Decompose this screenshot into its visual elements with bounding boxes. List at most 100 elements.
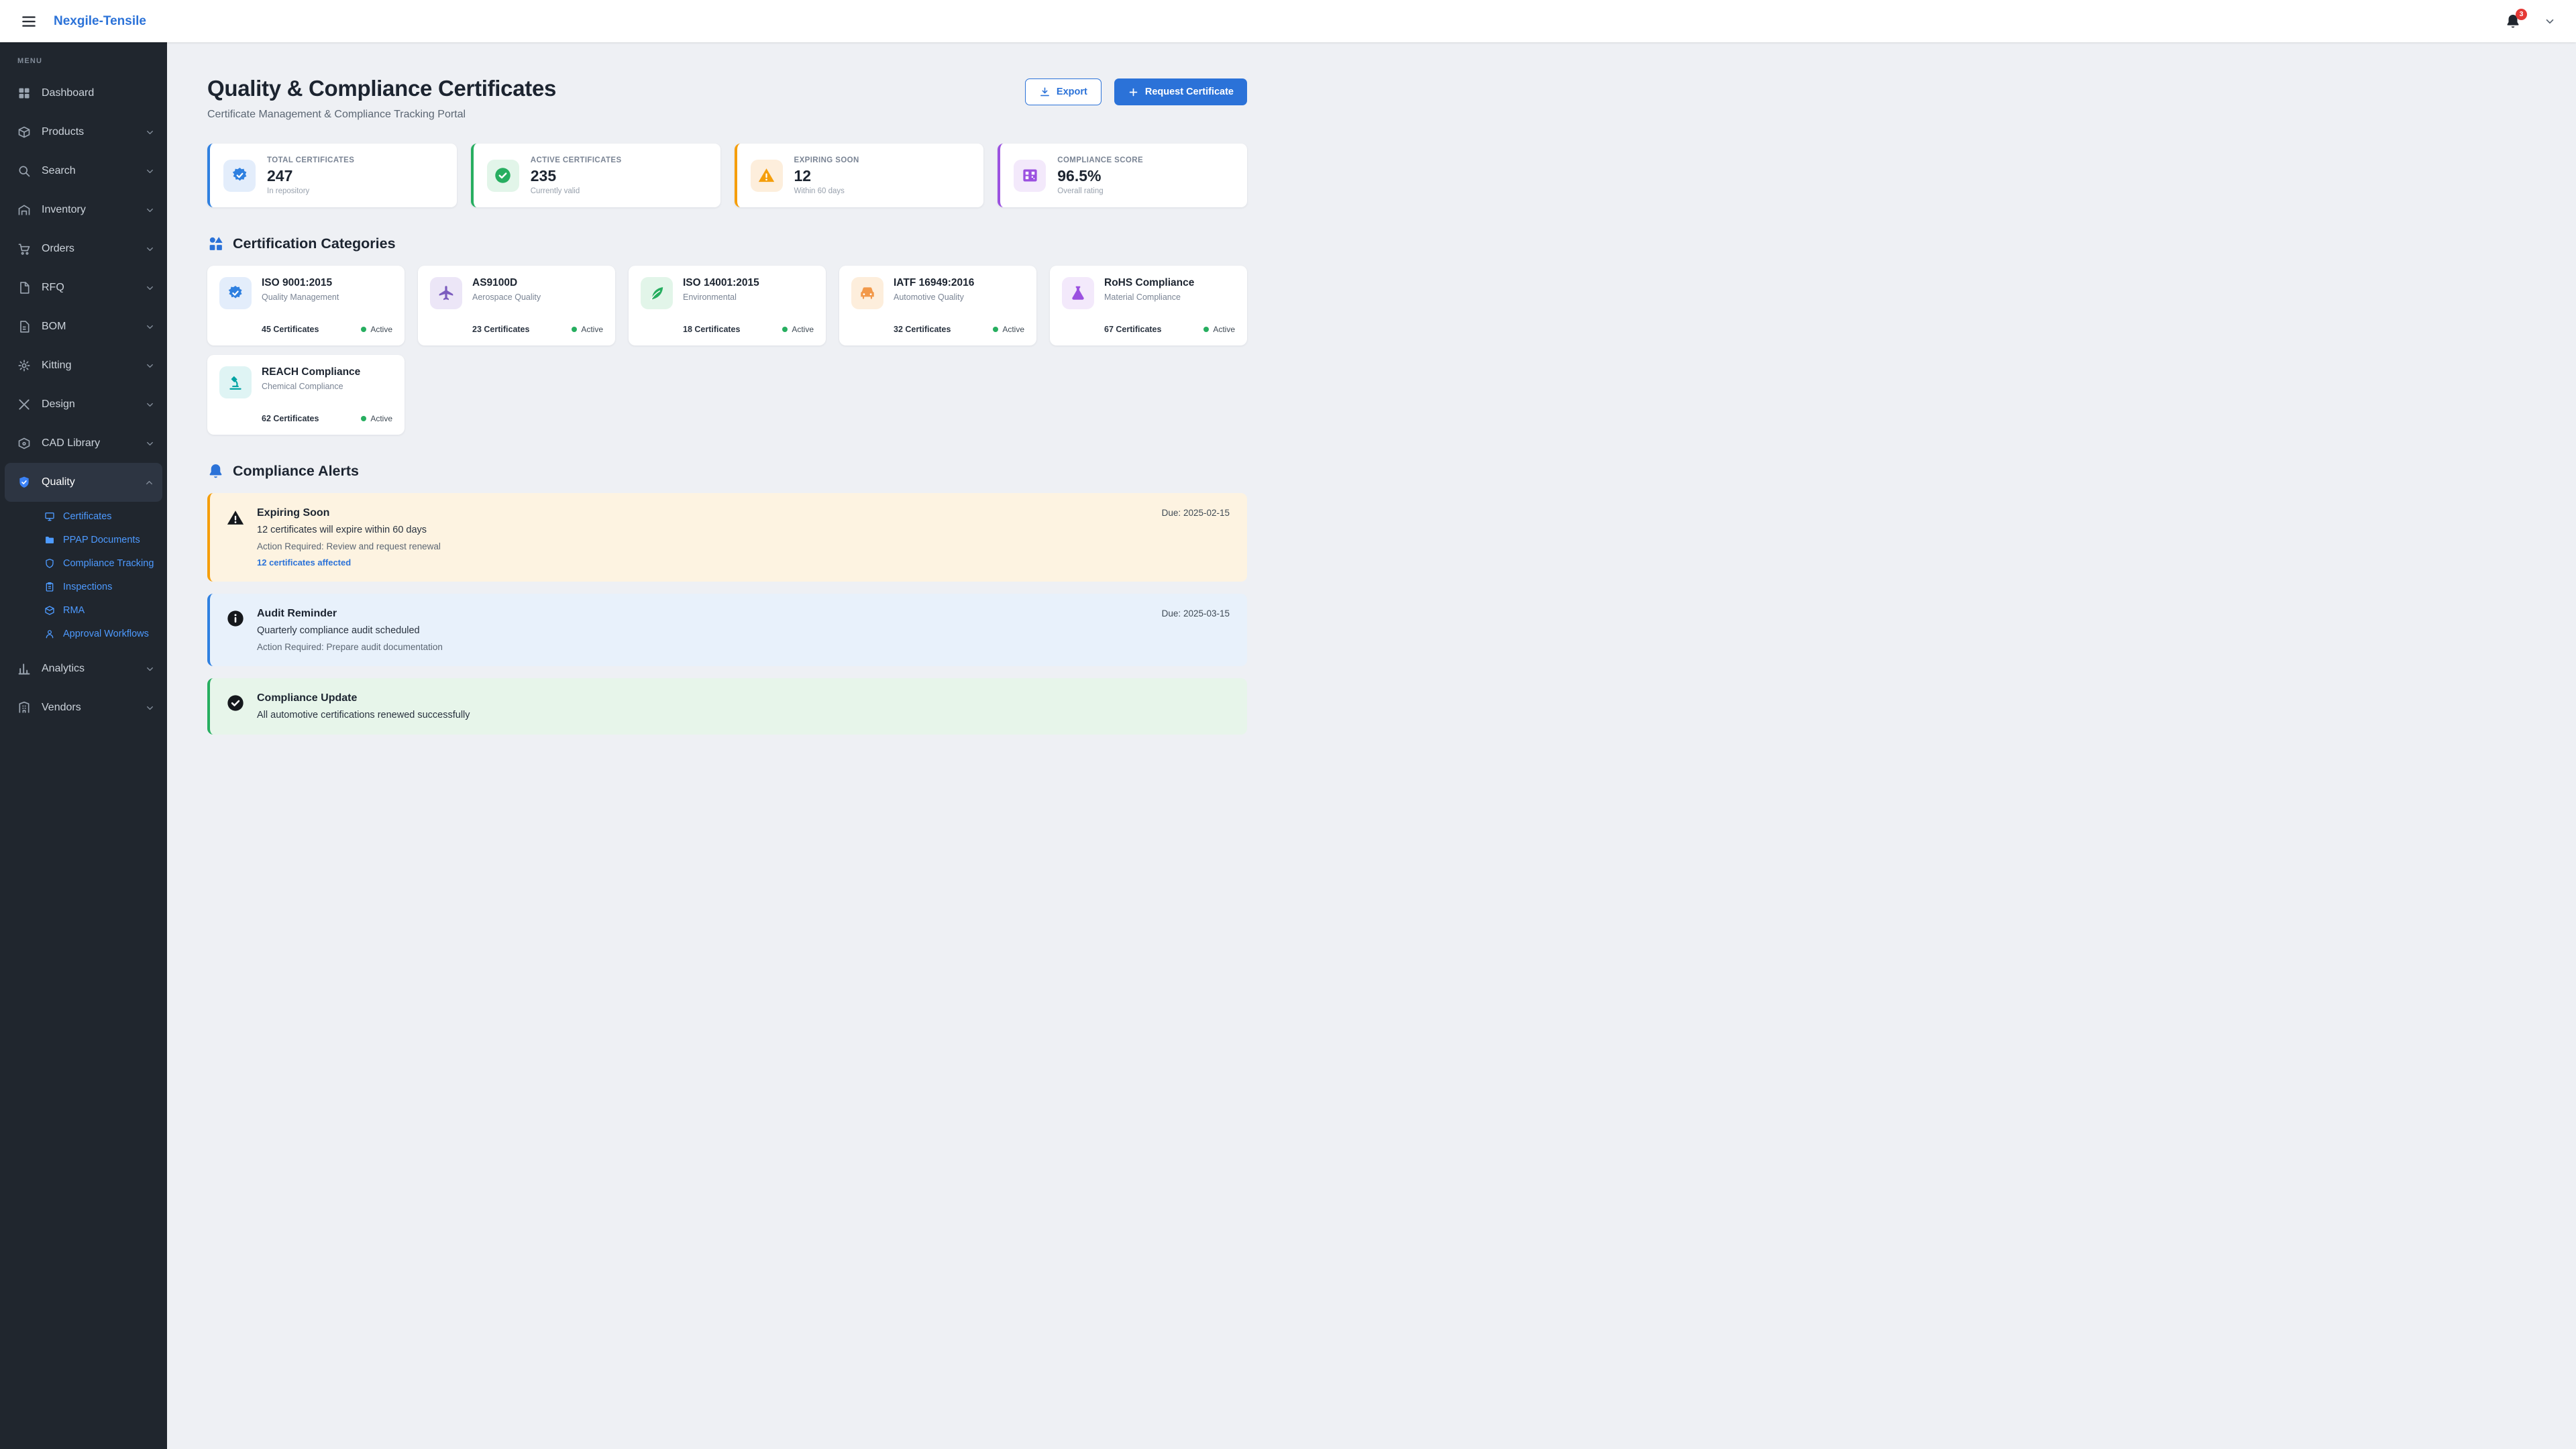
chevron-down-icon bbox=[145, 439, 155, 449]
category-name: ISO 9001:2015 bbox=[262, 277, 333, 288]
chevron-down-icon bbox=[145, 664, 155, 674]
sidebar-subitem-label: PPAP Documents bbox=[63, 534, 140, 545]
alert-action: Action Required: Review and request rene… bbox=[257, 541, 441, 551]
category-card-as9100d[interactable]: AS9100D Aerospace Quality 23 Certificate… bbox=[418, 266, 615, 345]
alert-audit-reminder[interactable]: Audit Reminder Quarterly compliance audi… bbox=[207, 594, 1247, 666]
chevron-down-icon[interactable] bbox=[2544, 15, 2556, 28]
sidebar-item-label: Inventory bbox=[42, 204, 86, 215]
sidebar-subitem-compliance-tracking[interactable]: Compliance Tracking bbox=[0, 551, 167, 575]
airplane-icon bbox=[430, 277, 462, 309]
user-icon bbox=[44, 629, 55, 639]
cube-icon bbox=[17, 437, 31, 450]
file-icon bbox=[17, 281, 31, 294]
sidebar-item-kitting[interactable]: Kitting bbox=[0, 346, 167, 385]
sidebar-subitem-approval-workflows[interactable]: Approval Workflows bbox=[0, 622, 167, 645]
info-circle-icon bbox=[226, 609, 245, 628]
sidebar-item-orders[interactable]: Orders bbox=[0, 229, 167, 268]
status-dot bbox=[361, 416, 367, 421]
alert-affected-link[interactable]: 12 certificates affected bbox=[257, 557, 441, 568]
cart-icon bbox=[17, 242, 31, 256]
file-text-icon bbox=[17, 320, 31, 333]
car-icon bbox=[851, 277, 883, 309]
brand-logo[interactable]: Nexgile-Tensile bbox=[54, 14, 146, 29]
stat-label: COMPLIANCE SCORE bbox=[1057, 156, 1144, 164]
sidebar-item-products[interactable]: Products bbox=[0, 113, 167, 152]
category-card-iso-9001[interactable]: ISO 9001:2015 Quality Management 45 Cert… bbox=[207, 266, 405, 345]
check-circle-icon bbox=[226, 694, 245, 712]
alert-title: Audit Reminder bbox=[257, 608, 337, 619]
chevron-down-icon bbox=[145, 127, 155, 138]
sidebar-item-design[interactable]: Design bbox=[0, 385, 167, 424]
alerts-section-header: Compliance Alerts bbox=[207, 463, 1247, 480]
stat-compliance-score[interactable]: COMPLIANCE SCORE 96.5% Overall rating bbox=[998, 144, 1247, 207]
stat-total-certificates[interactable]: TOTAL CERTIFICATES 247 In repository bbox=[207, 144, 457, 207]
stat-label: TOTAL CERTIFICATES bbox=[267, 156, 355, 164]
alert-action: Action Required: Prepare audit documenta… bbox=[257, 642, 443, 652]
category-count: 32 Certificates bbox=[894, 325, 951, 334]
sidebar-subitem-label: Approval Workflows bbox=[63, 628, 149, 639]
download-icon bbox=[1040, 87, 1049, 96]
shield-check-icon bbox=[17, 476, 31, 489]
warehouse-icon bbox=[17, 203, 31, 217]
tools-icon bbox=[17, 398, 31, 411]
sidebar-item-vendors[interactable]: Vendors bbox=[0, 688, 167, 727]
shield-icon bbox=[44, 558, 55, 569]
stat-sub: Within 60 days bbox=[794, 186, 845, 195]
stat-cards: TOTAL CERTIFICATES 247 In repository ACT… bbox=[207, 144, 1247, 207]
notifications-button[interactable]: 3 bbox=[2505, 8, 2527, 30]
stat-expiring-soon[interactable]: EXPIRING SOON 12 Within 60 days bbox=[734, 144, 984, 207]
export-button[interactable]: Export bbox=[1024, 78, 1102, 105]
sidebar-item-label: Products bbox=[42, 126, 85, 138]
sidebar-item-quality[interactable]: Quality bbox=[5, 463, 162, 502]
category-count: 18 Certificates bbox=[683, 325, 741, 334]
request-certificate-button[interactable]: Request Certificate bbox=[1114, 78, 1247, 105]
sidebar-subitem-label: RMA bbox=[63, 604, 85, 616]
sidebar-item-cad-library[interactable]: CAD Library bbox=[0, 424, 167, 463]
search-icon bbox=[17, 164, 31, 178]
sidebar-item-inventory[interactable]: Inventory bbox=[0, 191, 167, 229]
stat-value: 96.5% bbox=[1057, 166, 1102, 184]
sidebar-subitem-ppap-documents[interactable]: PPAP Documents bbox=[0, 528, 167, 551]
sidebar-item-analytics[interactable]: Analytics bbox=[0, 649, 167, 688]
quality-submenu: Certificates PPAP Documents Compliance T… bbox=[0, 502, 167, 649]
stat-value: 235 bbox=[530, 166, 557, 184]
category-card-rohs[interactable]: RoHS Compliance Material Compliance 67 C… bbox=[1050, 266, 1247, 345]
menu-section-label: MENU bbox=[17, 57, 43, 65]
alert-compliance-update[interactable]: Compliance Update All automotive certifi… bbox=[207, 678, 1247, 735]
sidebar-subitem-rma[interactable]: RMA bbox=[0, 598, 167, 622]
category-count: 67 Certificates bbox=[1104, 325, 1162, 334]
sidebar-item-search[interactable]: Search bbox=[0, 152, 167, 191]
alert-title: Expiring Soon bbox=[257, 507, 330, 519]
microscope-icon bbox=[219, 366, 252, 398]
monitor-icon bbox=[44, 511, 55, 522]
status-dot bbox=[782, 327, 788, 332]
certificate-card-icon bbox=[1014, 159, 1046, 192]
check-circle-icon bbox=[486, 159, 519, 192]
stat-active-certificates[interactable]: ACTIVE CERTIFICATES 235 Currently valid bbox=[470, 144, 720, 207]
sidebar-subitem-label: Inspections bbox=[63, 581, 113, 592]
category-card-reach[interactable]: REACH Compliance Chemical Compliance 62 … bbox=[207, 355, 405, 435]
category-card-iatf-16949[interactable]: IATF 16949:2016 Automotive Quality 32 Ce… bbox=[839, 266, 1036, 345]
alert-message: 12 certificates will expire within 60 da… bbox=[257, 525, 427, 535]
sidebar-item-label: Analytics bbox=[42, 663, 85, 674]
sidebar-item-label: Dashboard bbox=[42, 87, 95, 99]
chevron-down-icon bbox=[145, 322, 155, 332]
sidebar-item-label: RFQ bbox=[42, 282, 64, 293]
chevron-down-icon bbox=[145, 244, 155, 254]
stat-label: ACTIVE CERTIFICATES bbox=[530, 156, 622, 164]
sidebar-item-rfq[interactable]: RFQ bbox=[0, 268, 167, 307]
sidebar-item-bom[interactable]: BOM bbox=[0, 307, 167, 346]
alert-expiring-soon[interactable]: Expiring Soon 12 certificates will expir… bbox=[207, 493, 1247, 582]
category-card-iso-14001[interactable]: ISO 14001:2015 Environmental 18 Certific… bbox=[629, 266, 826, 345]
sidebar-subitem-label: Compliance Tracking bbox=[63, 557, 154, 569]
chevron-down-icon bbox=[145, 166, 155, 176]
sidebar-item-dashboard[interactable]: Dashboard bbox=[0, 74, 167, 113]
categories-section-header: Certification Categories bbox=[207, 235, 1247, 252]
sidebar-subitem-certificates[interactable]: Certificates bbox=[0, 504, 167, 528]
menu-icon[interactable] bbox=[20, 13, 38, 30]
category-description: Automotive Quality bbox=[894, 292, 964, 302]
sidebar-subitem-inspections[interactable]: Inspections bbox=[0, 575, 167, 598]
status-badge: Active bbox=[572, 325, 603, 334]
categories-heading: Certification Categories bbox=[233, 235, 396, 252]
sidebar-item-label: Vendors bbox=[42, 702, 81, 713]
